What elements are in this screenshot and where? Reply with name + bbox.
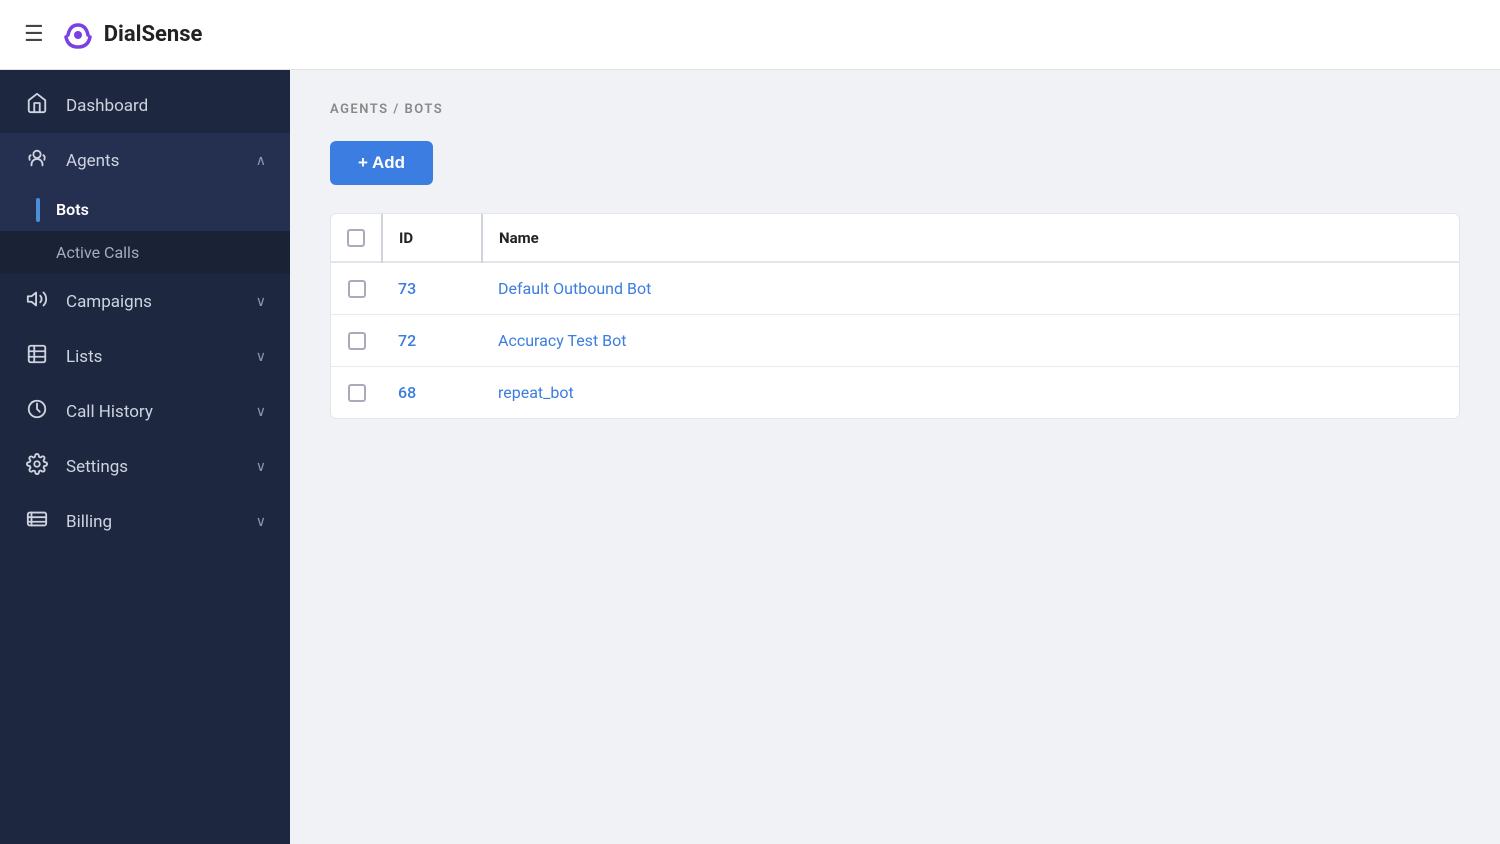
- table-row: 68 repeat_bot: [331, 367, 1459, 419]
- bot-link-72[interactable]: Accuracy Test Bot: [498, 331, 626, 350]
- bot-link-73[interactable]: Default Outbound Bot: [498, 279, 651, 298]
- row-checkbox-cell: [331, 315, 382, 367]
- row-name: Accuracy Test Bot: [482, 315, 1459, 367]
- sidebar-item-label-settings: Settings: [66, 457, 128, 477]
- column-header-name: Name: [482, 214, 1459, 262]
- campaigns-chevron-icon: ∨: [256, 294, 266, 310]
- sidebar: Dashboard Agents ∧ Bots Active Calls: [0, 70, 290, 844]
- row-checkbox-2[interactable]: [348, 384, 366, 402]
- agents-chevron-icon: ∧: [256, 153, 266, 169]
- breadcrumb-separator: /: [393, 102, 404, 117]
- row-name: Default Outbound Bot: [482, 262, 1459, 315]
- breadcrumb: AGENTS / BOTS: [330, 102, 1460, 117]
- bots-table-container: ID Name 73 Default Outbound Bot 72 Accuracy…: [330, 213, 1460, 419]
- add-button[interactable]: + Add: [330, 141, 433, 185]
- sidebar-item-billing[interactable]: Billing ∨: [0, 494, 290, 549]
- billing-chevron-icon: ∨: [256, 514, 266, 530]
- lists-chevron-icon: ∨: [256, 349, 266, 365]
- main-layout: Dashboard Agents ∧ Bots Active Calls: [0, 70, 1500, 844]
- lists-icon: [24, 343, 50, 370]
- sidebar-item-label-dashboard: Dashboard: [66, 96, 148, 116]
- row-id: 72: [382, 315, 482, 367]
- agents-sub-menu: Bots Active Calls: [0, 188, 290, 274]
- sidebar-item-active-calls[interactable]: Active Calls: [0, 231, 290, 274]
- table-header-row: ID Name: [331, 214, 1459, 262]
- sidebar-item-call-history[interactable]: Call History ∨: [0, 384, 290, 439]
- sidebar-item-label-active-calls: Active Calls: [56, 243, 139, 262]
- column-header-id: ID: [382, 214, 482, 262]
- call-history-chevron-icon: ∨: [256, 404, 266, 420]
- bots-table: ID Name 73 Default Outbound Bot 72 Accuracy…: [331, 214, 1459, 418]
- sidebar-item-label-billing: Billing: [66, 512, 112, 532]
- topbar: ☰ DialSense: [0, 0, 1500, 70]
- table-row: 73 Default Outbound Bot: [331, 262, 1459, 315]
- breadcrumb-agents: AGENTS: [330, 102, 389, 117]
- content-area: AGENTS / BOTS + Add ID Name: [290, 70, 1500, 844]
- sidebar-item-label-bots: Bots: [56, 200, 89, 219]
- sidebar-item-agents[interactable]: Agents ∧: [0, 133, 290, 188]
- settings-chevron-icon: ∨: [256, 459, 266, 475]
- table-body: 73 Default Outbound Bot 72 Accuracy Test Bo…: [331, 262, 1459, 418]
- agents-icon: [24, 147, 50, 174]
- sidebar-item-settings[interactable]: Settings ∨: [0, 439, 290, 494]
- sidebar-item-lists[interactable]: Lists ∨: [0, 329, 290, 384]
- row-checkbox-cell: [331, 367, 382, 419]
- logo-text: DialSense: [104, 22, 203, 47]
- row-checkbox-1[interactable]: [348, 332, 366, 350]
- logo-icon: [60, 17, 96, 53]
- row-name: repeat_bot: [482, 367, 1459, 419]
- sidebar-item-label-lists: Lists: [66, 347, 102, 367]
- breadcrumb-bots: BOTS: [405, 102, 444, 117]
- row-checkbox-cell: [331, 262, 382, 315]
- sidebar-item-label-campaigns: Campaigns: [66, 292, 152, 312]
- row-id: 73: [382, 262, 482, 315]
- billing-icon: [24, 508, 50, 535]
- settings-icon: [24, 453, 50, 480]
- call-history-icon: [24, 398, 50, 425]
- table-row: 72 Accuracy Test Bot: [331, 315, 1459, 367]
- sidebar-item-label-call-history: Call History: [66, 402, 153, 422]
- sidebar-item-dashboard[interactable]: Dashboard: [0, 78, 290, 133]
- column-header-checkbox: [331, 214, 382, 262]
- row-id: 68: [382, 367, 482, 419]
- sidebar-item-bots[interactable]: Bots: [0, 188, 290, 231]
- hamburger-icon[interactable]: ☰: [24, 24, 44, 46]
- sidebar-item-label-agents: Agents: [66, 151, 119, 171]
- sidebar-item-campaigns[interactable]: Campaigns ∨: [0, 274, 290, 329]
- header-checkbox[interactable]: [347, 229, 365, 247]
- home-icon: [24, 92, 50, 119]
- campaigns-icon: [24, 288, 50, 315]
- bot-link-68[interactable]: repeat_bot: [498, 383, 574, 402]
- row-checkbox-0[interactable]: [348, 280, 366, 298]
- logo: DialSense: [60, 17, 203, 53]
